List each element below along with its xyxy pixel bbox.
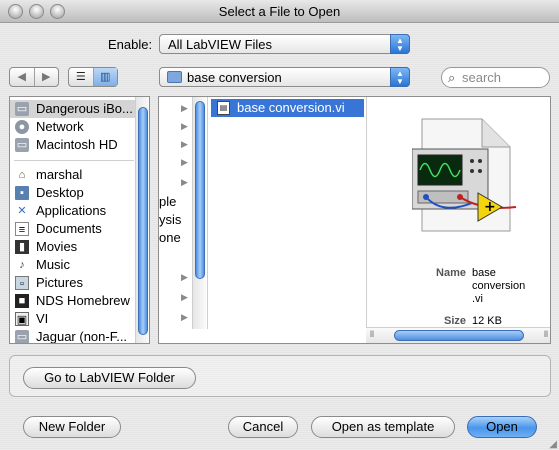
sidebar-item-jaguar[interactable]: ▭ Jaguar (non-F... xyxy=(10,328,137,343)
music-icon: ♪ xyxy=(19,259,25,271)
file-item-base-conversion[interactable]: ▤ base conversion.vi xyxy=(211,99,364,117)
back-icon[interactable]: ◀ xyxy=(10,68,35,86)
column-divider xyxy=(366,97,367,329)
pictures-icon: ▫ xyxy=(15,276,29,290)
hard-drive-icon: ▭ xyxy=(15,138,29,152)
window-title: Select a File to Open xyxy=(218,4,341,19)
sidebar-item-applications[interactable]: ✕ Applications xyxy=(10,202,137,220)
enable-popup-value: All LabVIEW Files xyxy=(168,37,273,52)
popup-arrows-icon: ▲ ▼ xyxy=(390,67,410,87)
hard-drive-icon: ▭ xyxy=(15,330,29,343)
horizontal-scrollbar[interactable]: ll ll xyxy=(366,327,550,343)
sidebar-item-dangerous-ibook[interactable]: ▭ Dangerous iBo... xyxy=(10,100,137,118)
sidebar-item-movies[interactable]: ▮ Movies xyxy=(10,238,137,256)
horizontal-scroll-thumb[interactable] xyxy=(394,330,524,341)
new-folder-button[interactable]: New Folder xyxy=(23,416,121,438)
disclosure-triangle-icon: ▶ xyxy=(181,139,188,149)
network-icon: ● xyxy=(15,120,29,134)
scroll-resize-handle-icon[interactable]: ll xyxy=(370,329,374,339)
list-view-icon[interactable]: ☰ xyxy=(69,68,94,86)
sidebar-item-pictures[interactable]: ▫ Pictures xyxy=(10,274,137,292)
enable-label: Enable: xyxy=(108,37,153,52)
sidebar-item-macintosh-hd[interactable]: ▭ Macintosh HD xyxy=(10,136,137,154)
back-forward-control[interactable]: ◀ ▶ xyxy=(9,67,59,87)
folder-icon xyxy=(167,71,182,83)
disclosure-triangle-icon: ▶ xyxy=(181,121,188,131)
forward-icon[interactable]: ▶ xyxy=(35,68,59,86)
title-bar: Select a File to Open xyxy=(0,0,559,23)
sidebar-divider xyxy=(14,160,134,161)
preview-size-value: 12 KB xyxy=(472,315,502,327)
sidebar-item-network[interactable]: ● Network xyxy=(10,118,137,136)
preview-size-label: Size xyxy=(443,315,466,327)
location-popup[interactable]: base conversion ▲ ▼ xyxy=(159,67,410,87)
column-divider xyxy=(207,97,208,329)
search-field[interactable]: ⌕ search xyxy=(441,67,550,88)
column-scroll-thumb[interactable] xyxy=(195,101,205,279)
open-as-template-button[interactable]: Open as template xyxy=(311,416,455,438)
disclosure-triangle-icon: ▶ xyxy=(181,177,188,187)
scroll-resize-handle-icon[interactable]: ll xyxy=(544,329,548,339)
preview-name-value-1: base xyxy=(472,267,496,279)
disclosure-triangle-icon: ▶ xyxy=(181,272,188,282)
view-mode-control[interactable]: ☰ ▥ xyxy=(68,67,118,87)
column-browser: ▶ ▶ ▶ ▶ ▶ ple ysis one ▶ ▶ ▶ ▤ base conv… xyxy=(158,96,551,344)
sidebar-scroll-thumb[interactable] xyxy=(138,107,148,335)
home-icon: ⌂ xyxy=(18,169,26,181)
hard-drive-icon: ▭ xyxy=(15,102,29,116)
cancel-button[interactable]: Cancel xyxy=(228,416,298,438)
sidebar-item-nds-homebrew[interactable]: ■ NDS Homebrew xyxy=(10,292,137,310)
preview-name-value-2: conversion xyxy=(472,280,526,292)
sidebar: ▭ Dangerous iBo... ● Network ▭ Macintosh… xyxy=(9,96,150,344)
labview-vi-icon: ▤ xyxy=(217,101,230,115)
sidebar-item-marshal[interactable]: ⌂ marshal xyxy=(10,166,137,184)
sidebar-item-vi[interactable]: ▣ VI xyxy=(10,310,137,328)
open-button[interactable]: Open xyxy=(467,416,537,438)
location-value: base conversion xyxy=(187,70,282,85)
svg-text:+: + xyxy=(484,199,496,215)
folder-icon: ▣ xyxy=(15,312,29,326)
go-to-labview-folder-button[interactable]: Go to LabVIEW Folder xyxy=(23,367,196,389)
desktop-icon: ▪ xyxy=(15,186,29,200)
preview-name-value-3: .vi xyxy=(472,293,483,305)
sidebar-item-desktop[interactable]: ▪ Desktop xyxy=(10,184,137,202)
disclosure-triangle-icon: ▶ xyxy=(181,157,188,167)
resize-grip-icon[interactable]: ◢ xyxy=(549,439,557,450)
column-scrollbar[interactable] xyxy=(192,97,206,329)
disclosure-triangle-icon: ▶ xyxy=(181,312,188,322)
truncated-item[interactable]: ple xyxy=(159,194,176,209)
applications-icon: ✕ xyxy=(17,205,27,217)
truncated-item[interactable]: ysis xyxy=(159,212,181,227)
popup-arrows-icon: ▲ ▼ xyxy=(390,34,410,54)
enable-popup[interactable]: All LabVIEW Files ▲ ▼ xyxy=(159,34,410,54)
preview-name-label: Name xyxy=(436,267,466,279)
documents-icon: ≡ xyxy=(15,222,29,236)
folder-icon: ■ xyxy=(15,294,29,308)
disclosure-triangle-icon: ▶ xyxy=(181,103,188,113)
disclosure-triangle-icon: ▶ xyxy=(181,292,188,302)
sidebar-scrollbar[interactable] xyxy=(135,97,149,343)
truncated-item[interactable]: one xyxy=(159,230,181,245)
sidebar-item-music[interactable]: ♪ Music xyxy=(10,256,137,274)
preview-icon: + xyxy=(411,115,522,235)
column-view-icon[interactable]: ▥ xyxy=(93,68,117,86)
movies-icon: ▮ xyxy=(15,240,29,254)
search-placeholder: search xyxy=(462,70,502,85)
sidebar-item-documents[interactable]: ≡ Documents xyxy=(10,220,137,238)
search-icon: ⌕ xyxy=(448,70,456,85)
